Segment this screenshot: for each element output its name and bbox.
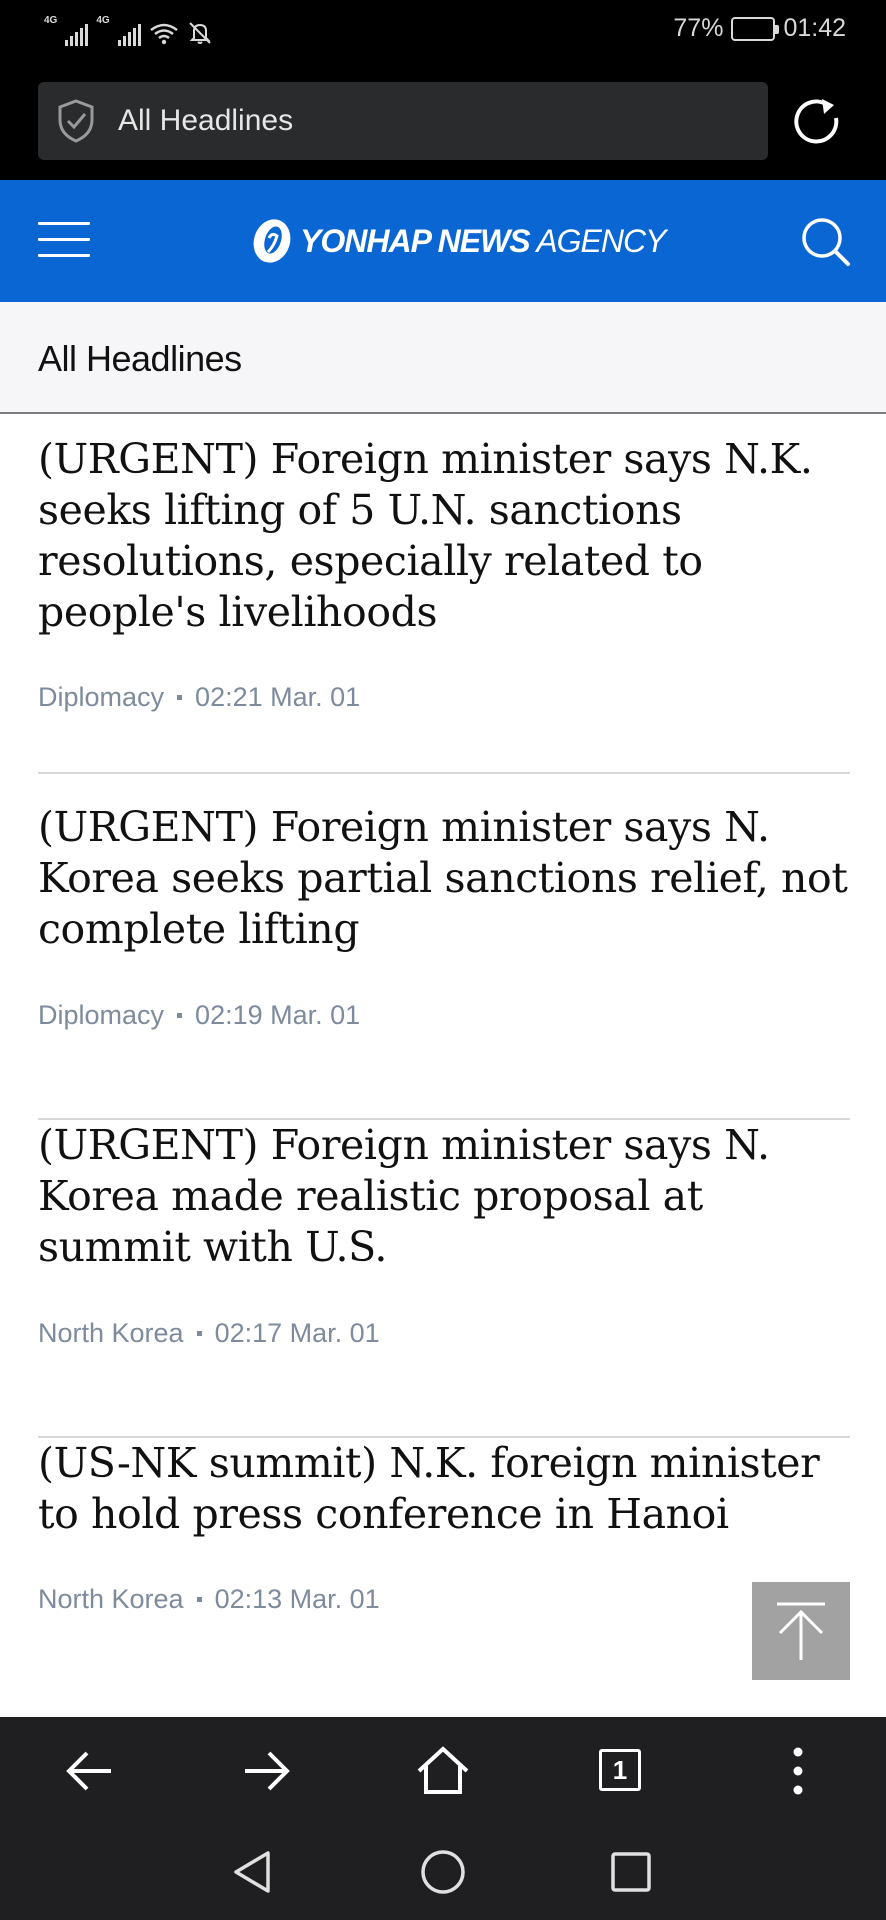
status-indicators: 4G 4G [44,14,213,46]
arrow-right-icon [245,1751,290,1791]
hamburger-icon[interactable] [38,220,90,260]
signal-icon [65,24,89,46]
system-navigation-bar [0,1825,886,1920]
article-category[interactable]: Diplomacy [38,682,164,713]
home-button[interactable] [415,1743,471,1799]
status-bar: 4G 4G 77% 01:42 [0,0,886,62]
article-title[interactable]: (URGENT) Foreign minister says N.K. seek… [38,434,850,638]
article-meta: Diplomacy 02:21 Mar. 01 [38,682,360,713]
site-header: YONHAP NEWS AGENCY [0,180,886,302]
signal-icon-2 [117,24,141,46]
more-button[interactable] [770,1743,826,1799]
bell-muted-icon [188,22,211,44]
article-time: 02:17 Mar. 01 [214,1318,380,1348]
separator-dot [177,695,183,700]
scroll-to-top-button[interactable] [752,1582,850,1680]
site-logo[interactable]: YONHAP NEWS AGENCY [250,216,666,266]
home-circle-icon[interactable] [418,1847,468,1897]
back-triangle-icon[interactable] [228,1847,278,1897]
url-field[interactable]: All Headlines [38,82,768,160]
browser-address-bar: All Headlines [0,62,886,180]
network-type-1: 4G [44,15,58,26]
article-category[interactable]: North Korea [38,1584,184,1615]
article-category[interactable]: Diplomacy [38,1000,164,1031]
article-item[interactable]: (URGENT) Foreign minister says N.K. seek… [38,434,850,774]
battery-percent: 77% [673,14,724,42]
article-title[interactable]: (URGENT) Foreign minister says N. Korea … [38,802,850,955]
section-header: All Headlines [0,302,886,414]
article-item[interactable]: (URGENT) Foreign minister says N. Korea … [38,802,850,1120]
shield-check-icon[interactable] [56,98,96,144]
arrow-left-icon [66,1751,111,1791]
separator-dot [196,1331,202,1336]
article-category[interactable]: North Korea [38,1318,184,1349]
logo-light-text: AGENCY [536,222,666,259]
wifi-icon [149,23,178,45]
article-meta: North Korea 02:13 Mar. 01 [38,1584,380,1615]
article-title[interactable]: (US-NK summit) N.K. foreign minister to … [38,1438,850,1540]
article-item[interactable]: (URGENT) Foreign minister says N. Korea … [38,1120,850,1438]
logo-bold-text: YONHAP NEWS [300,222,531,259]
article-meta: North Korea 02:17 Mar. 01 [38,1318,380,1349]
article-time: 02:21 Mar. 01 [195,682,361,712]
back-button[interactable] [62,1743,118,1799]
reload-icon[interactable] [790,94,846,150]
network-type-2: 4G [96,15,110,26]
forward-button[interactable] [238,1743,294,1799]
logo-wordmark: YONHAP NEWS AGENCY [300,222,666,260]
arrow-up-icon [777,1602,825,1660]
article-time: 02:13 Mar. 01 [214,1584,380,1614]
home-icon [417,1746,469,1794]
clock: 01:42 [783,14,846,42]
tabs-button[interactable]: 1 [599,1743,655,1799]
recents-square-icon[interactable] [606,1847,656,1897]
browser-toolbar: 1 [0,1717,886,1825]
battery-icon [731,16,780,41]
separator-dot [177,1013,183,1018]
article-meta: Diplomacy 02:19 Mar. 01 [38,1000,360,1031]
more-vertical-icon [793,1747,803,1795]
article-item[interactable]: (US-NK summit) N.K. foreign minister to … [38,1438,850,1720]
url-text[interactable]: All Headlines [118,104,293,138]
yonhap-logo-icon [253,219,291,263]
article-title[interactable]: (URGENT) Foreign minister says N. Korea … [38,1120,850,1273]
article-time: 02:19 Mar. 01 [195,1000,361,1030]
section-title: All Headlines [38,338,242,379]
tab-count-badge: 1 [599,1749,641,1791]
status-right: 77% 01:42 [673,14,846,43]
separator-dot [196,1597,202,1602]
search-icon[interactable] [800,216,852,268]
